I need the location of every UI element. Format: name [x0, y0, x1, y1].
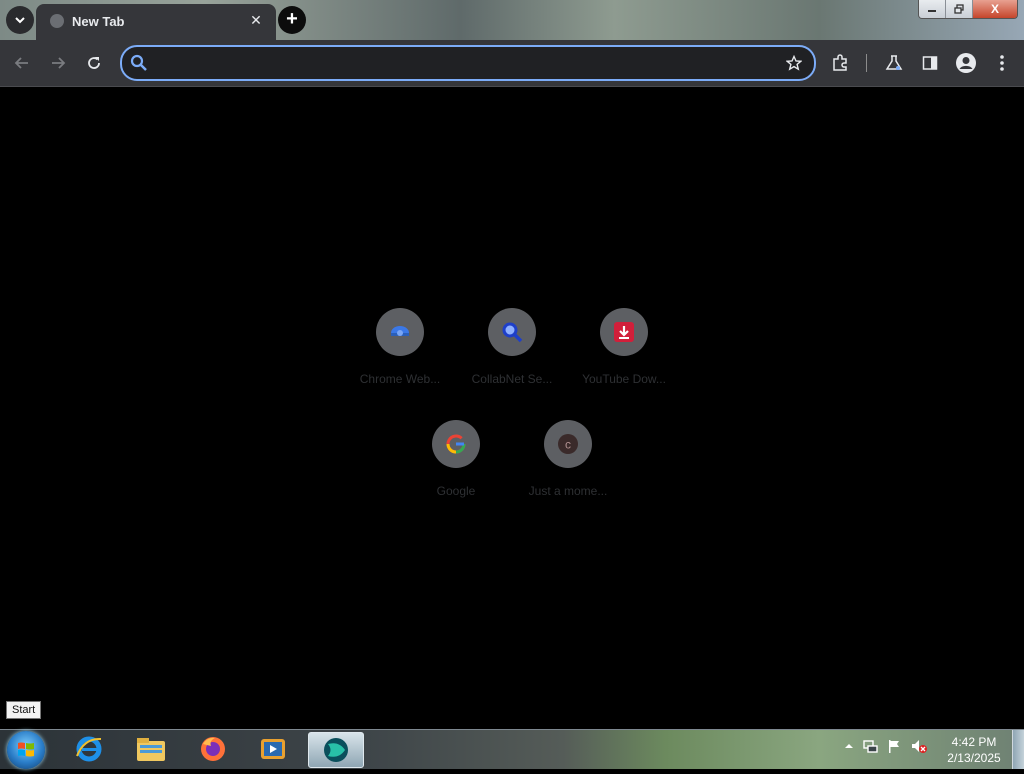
forward-button[interactable]: [46, 51, 70, 75]
toolbar-divider: [866, 54, 867, 72]
shortcut-label: Just a mome...: [528, 484, 608, 498]
letter-c-icon: c: [558, 434, 578, 454]
shortcut-icon-circle: [600, 308, 648, 356]
window-controls: X: [918, 0, 1018, 19]
shortcut-label: CollabNet Se...: [471, 372, 553, 386]
extensions-icon: [833, 54, 847, 71]
search-icon: [130, 54, 147, 71]
google-g-icon: [446, 434, 466, 454]
clock-time: 4:42 PM: [951, 735, 997, 749]
shortcut-tile[interactable]: Chrome Web...: [344, 308, 456, 408]
shortcut-icon-circle: [488, 308, 536, 356]
shortcut-tile[interactable]: CollabNet Se...: [456, 308, 568, 408]
taskbar-media-player[interactable]: [246, 732, 300, 766]
volume-muted-icon[interactable]: [910, 738, 928, 754]
tab-title: New Tab: [72, 14, 125, 29]
tab-new-tab[interactable]: New Tab ✕: [36, 4, 276, 40]
new-tab-page: Chrome Web... CollabNet Se... YouTube Do…: [0, 87, 1024, 729]
profile-button[interactable]: [954, 51, 978, 75]
magnifier-icon: [502, 322, 523, 343]
side-panel-icon: [922, 56, 938, 70]
back-button[interactable]: [10, 51, 34, 75]
reload-button[interactable]: [82, 51, 106, 75]
show-hidden-icons-icon[interactable]: [844, 741, 854, 751]
shortcut-tile[interactable]: YouTube Dow...: [568, 308, 680, 408]
minimize-icon: [928, 10, 936, 12]
close-icon[interactable]: ✕: [248, 12, 264, 28]
start-button[interactable]: [7, 731, 45, 769]
show-desktop-button[interactable]: [1012, 730, 1024, 769]
menu-button[interactable]: [990, 51, 1014, 75]
forward-arrow-icon: [52, 57, 66, 69]
taskbar-firefox[interactable]: [186, 732, 240, 766]
chrome-labs-button[interactable]: [882, 51, 906, 75]
windows-logo-icon: [18, 742, 34, 757]
clock-date: 2/13/2025: [947, 751, 1001, 765]
svg-text:c: c: [565, 438, 571, 452]
taskbar-file-explorer[interactable]: [124, 732, 178, 766]
reload-icon: [88, 57, 100, 69]
bookmark-star-icon: [786, 55, 802, 71]
network-icon[interactable]: [862, 738, 878, 754]
shortcut-tile[interactable]: c Just a mome...: [512, 420, 624, 520]
restore-icon: [954, 4, 964, 14]
shortcut-tile[interactable]: Google: [400, 420, 512, 520]
browser-toolbar: [0, 40, 1024, 87]
tab-search-button[interactable]: [6, 6, 34, 34]
shortcut-icon-circle: c: [544, 420, 592, 468]
active-app-icon: [324, 738, 348, 762]
address-bar[interactable]: [120, 45, 816, 81]
start-tooltip: Start: [6, 701, 42, 719]
internet-explorer-icon: [76, 736, 102, 762]
shortcut-icon-circle: [432, 420, 480, 468]
address-input[interactable]: [156, 53, 760, 75]
firefox-icon: [201, 737, 225, 761]
title-bar: New Tab ✕ + X: [0, 0, 1024, 40]
close-window-label: X: [990, 2, 999, 16]
close-window-button[interactable]: X: [973, 0, 1017, 18]
minimize-button[interactable]: [919, 0, 946, 18]
shortcut-icon-circle: [376, 308, 424, 356]
system-tray: [844, 738, 928, 754]
bookmark-button[interactable]: [784, 53, 804, 73]
side-panel-button[interactable]: [918, 51, 942, 75]
chevron-down-icon: [15, 17, 25, 24]
taskbar: 4:42 PM 2/13/2025: [0, 729, 1024, 769]
back-arrow-icon: [14, 57, 28, 69]
shortcut-label: Google: [436, 484, 476, 498]
chrome-labs-icon: [885, 55, 903, 70]
shortcut-label: YouTube Dow...: [582, 372, 666, 386]
menu-icon: [1000, 55, 1004, 71]
file-explorer-icon: [137, 738, 165, 761]
download-icon: [614, 322, 634, 342]
taskbar-clock[interactable]: 4:42 PM 2/13/2025: [934, 734, 1014, 766]
media-player-icon: [261, 739, 285, 759]
chrome-web-store-icon: [391, 326, 409, 336]
profile-icon: [956, 53, 976, 73]
new-tab-button[interactable]: +: [278, 6, 306, 34]
globe-icon: [50, 14, 64, 28]
extensions-button[interactable]: [828, 51, 852, 75]
taskbar-internet-explorer[interactable]: [62, 732, 116, 766]
action-center-flag-icon[interactable]: [886, 738, 902, 754]
shortcut-label: Chrome Web...: [359, 372, 441, 386]
taskbar-active-app[interactable]: [308, 732, 364, 768]
restore-button[interactable]: [946, 0, 973, 18]
